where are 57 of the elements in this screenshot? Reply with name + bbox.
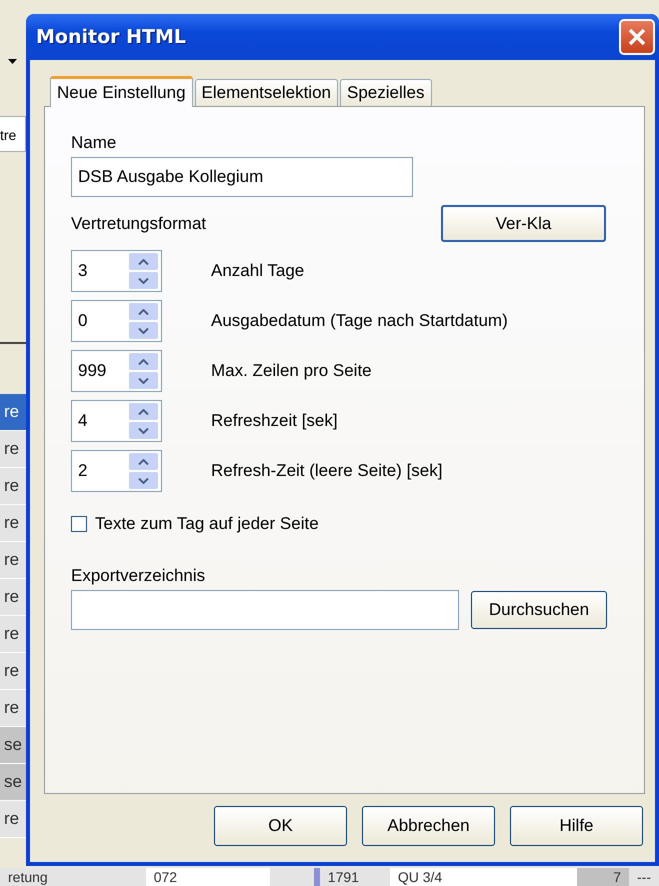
dialog-button[interactable]: Abbrechen — [362, 806, 495, 846]
spin-field[interactable]: 2 — [71, 450, 162, 492]
spin-down-icon[interactable] — [129, 272, 158, 289]
checkbox-label[interactable]: Texte zum Tag auf jeder Seite — [95, 514, 319, 534]
background-row[interactable]: se — [0, 764, 26, 801]
close-icon — [627, 27, 647, 47]
background-cell: 7 — [576, 868, 630, 886]
background-row[interactable]: se — [0, 727, 26, 764]
spin-up-icon[interactable] — [129, 453, 158, 470]
background-row[interactable]: re — [0, 542, 26, 579]
tab[interactable]: Spezielles — [340, 79, 432, 106]
spin-up-icon[interactable] — [129, 353, 158, 370]
background-cell: QU 3/4 — [390, 868, 577, 886]
spin-label: Refresh-Zeit (leere Seite) [sek] — [211, 461, 442, 481]
tab[interactable]: Neue Einstellung — [50, 76, 193, 107]
background-row[interactable]: re — [0, 653, 26, 690]
spin-up-icon[interactable] — [129, 253, 158, 270]
close-button[interactable] — [619, 19, 655, 55]
name-label: Name — [71, 133, 118, 153]
window-title: Monitor HTML — [36, 26, 186, 48]
export-label: Exportverzeichnis — [71, 566, 206, 586]
background-row[interactable]: re — [0, 505, 26, 542]
background-row[interactable]: re — [0, 394, 26, 431]
spin-up-icon[interactable] — [129, 303, 158, 320]
spin-label: Refreshzeit [sek] — [211, 411, 338, 431]
background-row[interactable]: re — [0, 431, 26, 468]
spin-label: Max. Zeilen pro Seite — [211, 361, 372, 381]
background-row[interactable]: re — [0, 579, 26, 616]
spin-down-icon[interactable] — [129, 472, 158, 489]
spin-field[interactable]: 999 — [71, 350, 162, 392]
format-button[interactable]: Ver-Kla — [441, 205, 606, 242]
spin-label: Ausgabedatum (Tage nach Startdatum) — [211, 311, 508, 331]
spin-label: Anzahl Tage — [211, 261, 304, 281]
background-row[interactable]: re — [0, 690, 26, 727]
section-label: Vertretungsformat — [71, 214, 206, 234]
spin-field[interactable]: 0 — [71, 300, 162, 342]
dialog-button[interactable]: OK — [214, 806, 347, 846]
dialog-button[interactable]: Hilfe — [510, 806, 643, 846]
spin-down-icon[interactable] — [129, 322, 158, 339]
background-cell-text: --- — [636, 868, 652, 886]
spin-field[interactable]: 3 — [71, 250, 162, 292]
background-row[interactable]: re — [0, 616, 26, 653]
background-row[interactable]: re — [0, 468, 26, 505]
browse-button[interactable]: Durchsuchen — [471, 591, 607, 629]
spin-down-icon[interactable] — [129, 422, 158, 439]
tab[interactable]: Elementselektion — [194, 79, 338, 106]
background-row[interactable]: re — [0, 801, 26, 838]
export-path-field[interactable] — [71, 590, 459, 630]
spin-up-icon[interactable] — [129, 403, 158, 420]
background-cell-text: retung — [7, 868, 49, 886]
spin-down-icon[interactable] — [129, 372, 158, 389]
background-cell: 072 — [146, 868, 270, 886]
background-field[interactable]: tre — [0, 116, 26, 152]
name-field[interactable]: DSB Ausgabe Kollegium — [71, 157, 413, 197]
dropdown-arrow-icon[interactable] — [8, 59, 17, 64]
spin-field[interactable]: 4 — [71, 400, 162, 442]
checkbox[interactable] — [71, 516, 87, 532]
